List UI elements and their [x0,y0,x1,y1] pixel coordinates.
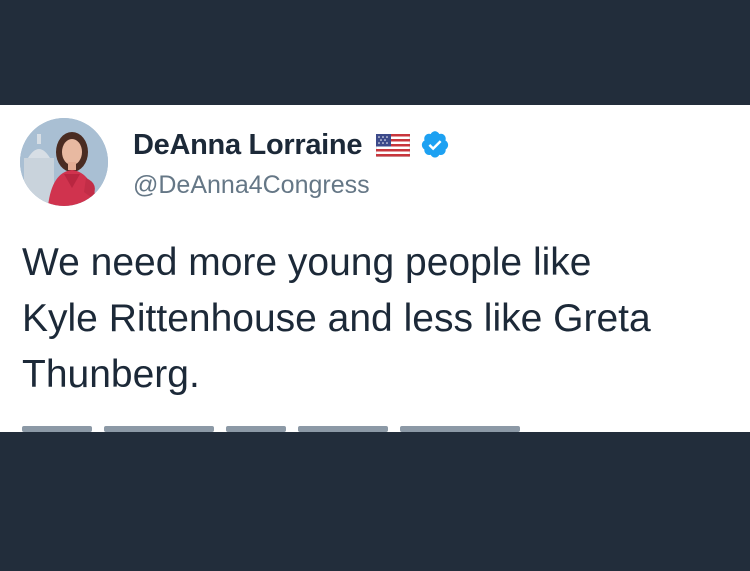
name-row: DeAnna Lorraine [133,125,450,165]
bottom-background-band [0,432,750,571]
us-flag-icon [375,133,411,157]
tweet-card: DeAnna Lorraine @DeAnna4Congress We need… [0,105,750,432]
user-handle[interactable]: @DeAnna4Congress [133,171,370,200]
verified-badge-icon [420,130,450,160]
display-name[interactable]: DeAnna Lorraine [133,129,362,162]
top-background-band [0,0,750,105]
avatar[interactable] [20,118,108,206]
tweet-text: We need more young people like Kyle Ritt… [22,241,651,396]
